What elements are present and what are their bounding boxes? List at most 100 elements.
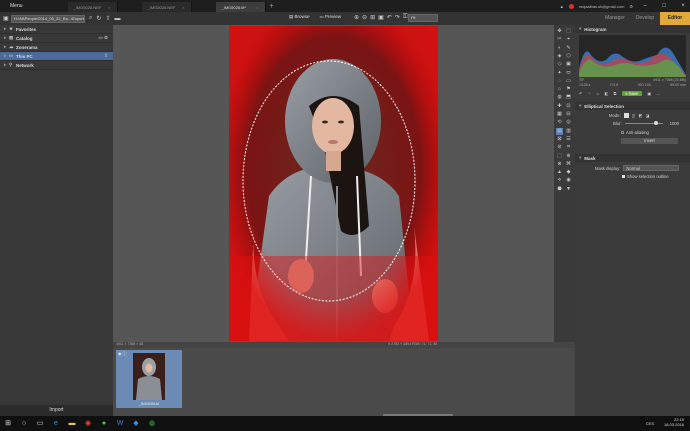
mode-subtract-icon[interactable]: ◩	[639, 113, 643, 118]
tool-icon-20[interactable]: ▦	[556, 111, 563, 118]
blur-slider-knob[interactable]	[653, 121, 658, 125]
maximize-button[interactable]: □	[657, 3, 671, 9]
browse-button[interactable]: ▤ Browse	[289, 14, 310, 20]
edited-photo[interactable]	[229, 26, 438, 341]
up-icon[interactable]: ⇧	[105, 15, 110, 22]
tool-icon-15[interactable]: ⚑	[565, 86, 572, 93]
tool-icon-11[interactable]: ⬭	[565, 70, 572, 77]
mask-display-select[interactable]: Normal	[623, 165, 680, 171]
mode-intersect-icon[interactable]: ◪	[646, 113, 650, 118]
nav-item-network[interactable]: ▸ ⚲ Network	[0, 61, 113, 70]
tool-icon-29[interactable]: ⌗	[565, 144, 572, 151]
nav-item-catalog[interactable]: ▸ ▤ Catalog ▭ ⚙	[0, 34, 113, 43]
copy-icon[interactable]: ⧉	[614, 91, 617, 96]
doc-tab-2[interactable]: _IMG5026.NEF ×	[141, 2, 192, 12]
tool-icon-13[interactable]: ▭	[565, 78, 572, 85]
tool-icon-26[interactable]: ⊠	[556, 136, 563, 143]
more-icon[interactable]: …	[656, 91, 660, 96]
doc-tab-3[interactable]: _IMG5026.tif* ×	[215, 2, 266, 12]
folder-icon[interactable]: ▣	[3, 15, 9, 22]
language-indicator[interactable]: CES	[646, 421, 654, 426]
tool-icon-27[interactable]: ☰	[565, 136, 572, 143]
image-canvas[interactable]	[113, 25, 554, 342]
tool-icon-1[interactable]: ⬚	[565, 28, 572, 35]
rotate-left-icon[interactable]: ↶	[387, 14, 392, 21]
minimize-button[interactable]: –	[638, 3, 652, 9]
explorer-icon[interactable]: ▬	[64, 416, 80, 431]
tool-icon-37[interactable]: ◉	[565, 177, 572, 184]
tool-icon-32[interactable]: ⊗	[556, 161, 563, 168]
antialias-checkbox[interactable]	[621, 131, 624, 134]
mode-develop[interactable]: Develop	[630, 12, 660, 25]
tool-icon-8[interactable]: ◇	[556, 61, 563, 68]
notification-icon[interactable]: ▲	[560, 4, 564, 9]
close-tab-icon[interactable]: ×	[256, 5, 258, 10]
refresh-icon[interactable]: ↻	[96, 15, 101, 22]
redo-icon[interactable]: ↷	[588, 91, 592, 96]
tool-icon-30[interactable]: ⬚	[556, 153, 563, 160]
nav-item-favorites[interactable]: ▸ ★ Favorites	[0, 25, 113, 34]
close-tab-icon[interactable]: ×	[108, 5, 110, 10]
spotify-icon[interactable]: ◍	[144, 416, 160, 431]
doc-tab-1[interactable]: _IMG5026.NEF ×	[67, 2, 118, 12]
tool-icon-23[interactable]: ◎	[565, 119, 572, 126]
tool-icon-25[interactable]: ▥	[565, 128, 572, 135]
histogram-header[interactable]: ▾ Histogram	[575, 25, 690, 33]
rotate-right-icon[interactable]: ↷	[395, 14, 400, 21]
undo-icon[interactable]: ↶	[579, 91, 583, 96]
tool-icon-18[interactable]: ✚	[556, 103, 563, 110]
nav-item-this-pc[interactable]: ▸ ▭ This PC ⇕	[0, 52, 113, 61]
zoom-fit-icon[interactable]: ⊞	[370, 14, 375, 21]
tool-icon-36[interactable]: ⟡	[556, 177, 563, 184]
blur-slider[interactable]	[624, 121, 663, 125]
catalog-tools-icon[interactable]: ▭ ⚙	[98, 35, 108, 41]
tool-icon-31[interactable]: ⊕	[565, 153, 572, 160]
menu-button[interactable]: Menu	[10, 3, 23, 9]
tool-icon-19[interactable]: ⊡	[565, 103, 572, 110]
invert-button[interactable]: Invert	[621, 138, 678, 144]
mode-add-icon[interactable]: ◫	[632, 113, 636, 118]
tool-icon-22[interactable]: ⟲	[556, 119, 563, 126]
tool-icon-7[interactable]: ⬡	[565, 53, 572, 60]
nav-item-zonerama[interactable]: ▸ ☁ Zonerama	[0, 43, 113, 52]
user-email[interactable]: mojaalbas.sk@gmail.com	[579, 4, 625, 9]
tool-icon-21[interactable]: ⊟	[565, 111, 572, 118]
sort-icon[interactable]: ⇕	[104, 53, 108, 59]
mode-new-icon[interactable]	[623, 113, 629, 118]
close-tab-icon[interactable]: ×	[182, 5, 184, 10]
tool-icon-14[interactable]: ⌂	[556, 86, 563, 93]
task-view-icon[interactable]: ▭	[32, 416, 48, 431]
taskbar-clock[interactable]: 22:19 18.03.2016	[664, 417, 684, 427]
outline-checkbox[interactable]	[622, 175, 625, 178]
tool-icon-3[interactable]: ⌖	[565, 36, 572, 43]
selection-header[interactable]: ▾ Elliptical Selection	[575, 102, 690, 110]
close-window-button[interactable]: ×	[676, 3, 690, 9]
tool-icon-33[interactable]: ⌘	[565, 161, 572, 168]
preview-button[interactable]: ▭ Preview	[320, 14, 342, 20]
tool-icon-4[interactable]: ◐	[556, 45, 563, 52]
tool-icon-34[interactable]: ▲	[556, 169, 563, 176]
tool-icon-2[interactable]: ✂	[556, 36, 563, 43]
new-folder-icon[interactable]: ▬	[114, 16, 120, 22]
compare-icon[interactable]: ◧	[605, 91, 609, 96]
tool-icon-28[interactable]: ⊘	[556, 144, 563, 151]
edge-icon[interactable]: e	[48, 416, 64, 431]
save-button[interactable]: ▾ Save	[621, 90, 643, 96]
tool-icon-0[interactable]: ✥	[556, 28, 563, 35]
tool-icon-10[interactable]: ✦	[556, 70, 563, 77]
tool-icon-39[interactable]: ▼	[565, 186, 572, 193]
chrome-icon[interactable]: ◉	[80, 416, 96, 431]
path-input[interactable]: H:\All\People\2014_05_22_Ra...\Export	[11, 14, 85, 23]
tool-icon-35[interactable]: ◆	[565, 169, 572, 176]
mode-manager[interactable]: Manager	[600, 12, 630, 25]
new-tab-button[interactable]: +	[270, 3, 274, 10]
zoner-icon[interactable]: ◆	[128, 416, 144, 431]
tool-icon-38[interactable]: ⬣	[556, 186, 563, 193]
tool-icon-12[interactable]: ◌	[556, 78, 563, 85]
tool-icon-17[interactable]: ⬒	[565, 94, 572, 101]
zoom-actual-icon[interactable]: ▣	[378, 14, 384, 21]
tool-icon-16[interactable]: ◍	[556, 94, 563, 101]
zoom-select[interactable]: Fit	[408, 14, 438, 22]
app-icon[interactable]: ●	[96, 416, 112, 431]
word-icon[interactable]: W	[112, 416, 128, 431]
